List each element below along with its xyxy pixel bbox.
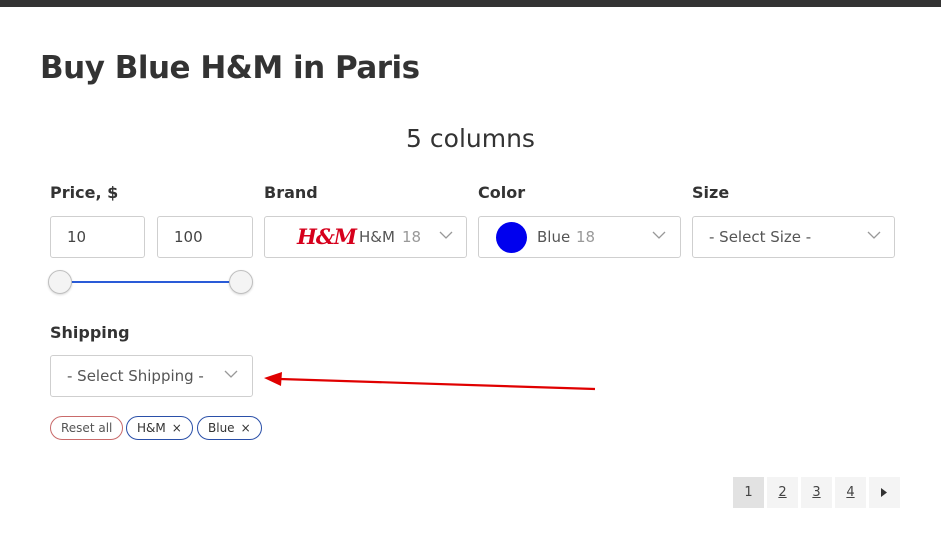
filter-chip-brand[interactable]: H&M ×	[126, 416, 193, 440]
price-range-track	[60, 281, 240, 283]
page-4-button[interactable]: 4	[835, 477, 866, 508]
next-page-icon	[881, 488, 887, 497]
close-icon[interactable]: ×	[172, 421, 182, 435]
price-max-handle[interactable]	[229, 270, 253, 294]
next-page-button[interactable]	[869, 477, 900, 508]
page-2-button[interactable]: 2	[767, 477, 798, 508]
chevron-down-icon	[439, 231, 453, 239]
chevron-down-icon	[867, 231, 881, 239]
hm-logo: H&M	[297, 224, 357, 249]
price-min-field[interactable]	[50, 216, 145, 258]
price-min-handle[interactable]	[48, 270, 72, 294]
price-label: Price, $	[50, 183, 119, 202]
top-bar	[0, 0, 941, 7]
color-label: Color	[478, 183, 526, 202]
chevron-down-icon	[224, 370, 238, 378]
size-label: Size	[692, 183, 730, 202]
brand-count: 18	[402, 228, 422, 246]
price-max-field[interactable]	[157, 216, 253, 258]
size-placeholder: - Select Size -	[709, 228, 812, 246]
price-min-input[interactable]	[51, 217, 144, 257]
columns-heading: 5 columns	[406, 124, 535, 153]
price-max-input[interactable]	[158, 217, 252, 257]
page-1-button[interactable]: 1	[733, 477, 764, 508]
page-3-button[interactable]: 3	[801, 477, 832, 508]
page-title: Buy Blue H&M in Paris	[40, 50, 420, 86]
filter-chip-label: Blue	[208, 421, 235, 435]
close-icon[interactable]: ×	[241, 421, 251, 435]
shipping-placeholder: - Select Shipping -	[67, 367, 204, 385]
color-select[interactable]: Blue 18	[478, 216, 681, 258]
chevron-down-icon	[652, 231, 666, 239]
reset-all-button[interactable]: Reset all	[50, 416, 124, 440]
shipping-select[interactable]: - Select Shipping -	[50, 355, 253, 397]
color-value: Blue	[537, 228, 571, 246]
color-count: 18	[576, 228, 596, 246]
brand-value: H&M	[359, 228, 395, 246]
brand-label: Brand	[264, 183, 318, 202]
shipping-label: Shipping	[50, 323, 130, 342]
filter-chip-label: H&M	[137, 421, 166, 435]
blue-swatch-icon	[496, 222, 527, 253]
size-select[interactable]: - Select Size -	[692, 216, 895, 258]
brand-select[interactable]: H&M H&M 18	[264, 216, 467, 258]
filter-chip-color[interactable]: Blue ×	[197, 416, 262, 440]
